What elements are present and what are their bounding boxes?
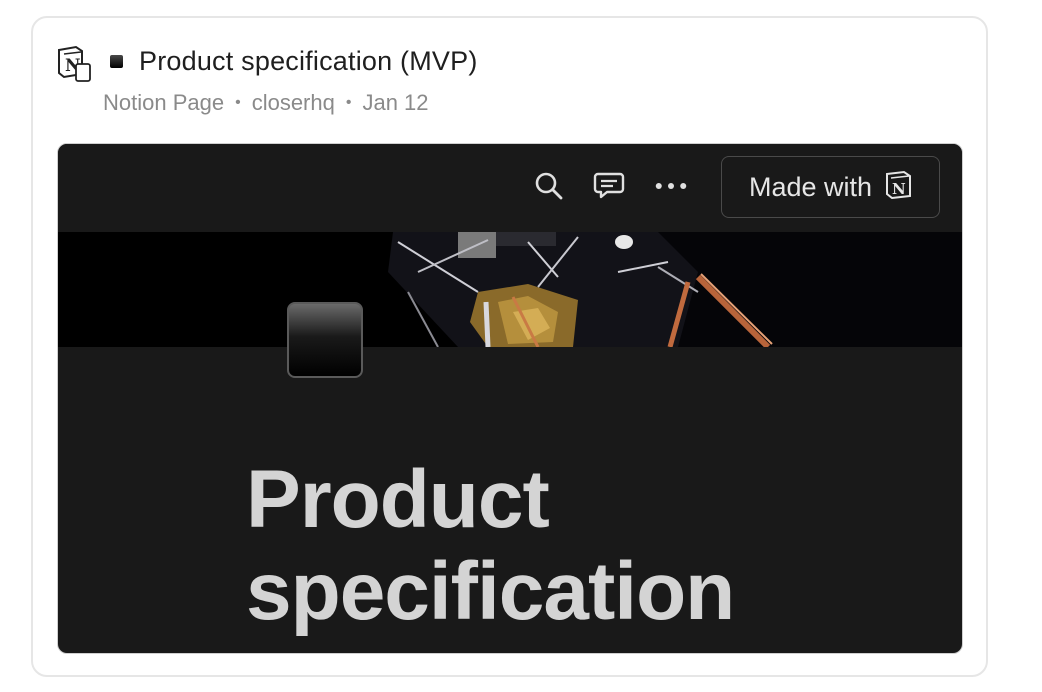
page-preview[interactable]: Made with N Product specification [57, 143, 963, 654]
notion-badge-icon: N [884, 169, 912, 206]
cover-image [58, 232, 962, 347]
comment-icon[interactable] [593, 170, 625, 202]
meta-separator: • [235, 94, 241, 111]
made-with-notion-button[interactable]: Made with N [721, 156, 940, 218]
preview-toolbar: Made with N [58, 144, 962, 232]
page-title: Product specification [246, 454, 846, 638]
svg-text:N: N [892, 180, 906, 198]
page-title-line-1: Product [246, 454, 550, 545]
notion-logo-icon: N [56, 44, 92, 82]
meta-author: closerhq [251, 90, 335, 115]
search-icon[interactable] [533, 170, 565, 202]
more-icon[interactable] [655, 170, 687, 202]
link-meta: Notion Page • closerhq • Jan 12 [103, 90, 429, 116]
page-title-line-2: specification [246, 546, 735, 637]
made-with-label: Made with [748, 171, 873, 202]
page-icon [287, 302, 363, 378]
link-title[interactable]: Product specification (MVP) [139, 46, 478, 77]
meta-source: Notion Page [103, 90, 225, 115]
meta-date: Jan 12 [362, 90, 429, 115]
page-emoji-icon [110, 54, 123, 68]
meta-separator: • [345, 94, 352, 111]
